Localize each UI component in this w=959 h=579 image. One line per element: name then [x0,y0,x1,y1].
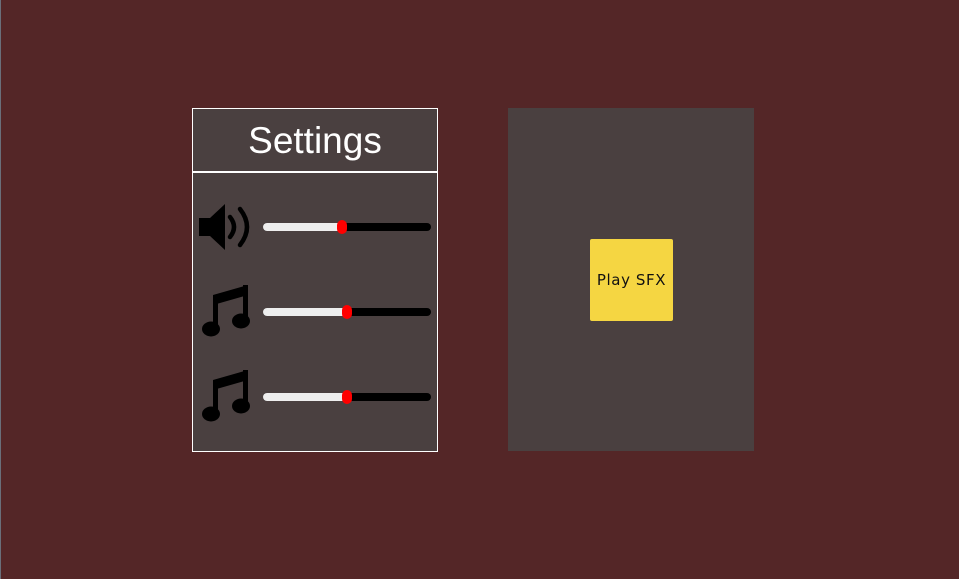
music-slider-2[interactable] [263,390,431,404]
settings-header: Settings [193,109,437,173]
settings-title: Settings [248,119,382,161]
window-edge [0,0,1,579]
music-slider[interactable] [263,305,431,319]
play-sfx-label: Play SFX [596,271,667,289]
speaker-icon [197,197,255,257]
settings-panel: Settings [192,108,438,452]
music-row [193,282,437,342]
music-slider-2-handle[interactable] [342,390,352,404]
volume-row [193,197,437,257]
volume-slider-fill [263,223,342,231]
music-note-icon [197,282,255,342]
volume-slider-handle[interactable] [336,220,347,234]
sfx-panel: Play SFX [508,108,754,451]
play-sfx-button[interactable]: Play SFX [590,239,673,321]
music-slider-fill [263,308,347,316]
music-slider-handle[interactable] [342,305,352,319]
music-note-icon [197,367,255,427]
volume-slider[interactable] [263,220,431,234]
music-row-2 [193,367,437,427]
music-slider-2-fill [263,393,347,401]
